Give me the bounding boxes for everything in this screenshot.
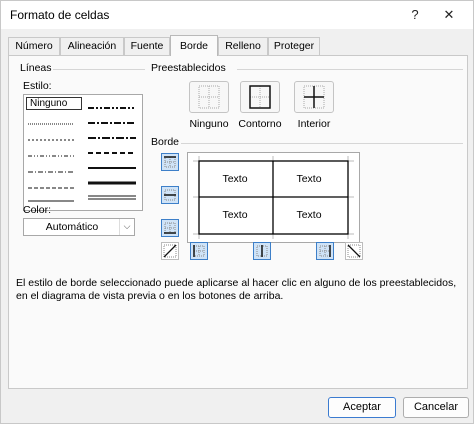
color-label: Color: <box>23 204 52 216</box>
lineas-divider <box>53 69 145 70</box>
border-right-button[interactable] <box>316 242 334 260</box>
border-inside-horizontal-icon <box>164 189 176 201</box>
preview-cell-text: Texto <box>222 173 248 185</box>
help-button[interactable]: ? <box>401 3 429 27</box>
border-preview[interactable]: Texto Texto Texto Texto <box>187 152 360 243</box>
dialog-title: Formato de celdas <box>10 8 110 22</box>
title-bar: Formato de celdas ? ✕ <box>1 1 473 29</box>
color-dropdown-value: Automático <box>45 221 99 233</box>
preset-outline-icon <box>249 85 271 109</box>
close-button[interactable]: ✕ <box>435 3 463 27</box>
chevron-down-icon[interactable]: ⌵ <box>119 219 134 235</box>
border-top-icon <box>164 156 176 168</box>
preset-interior-button[interactable] <box>294 81 334 113</box>
tab-relleno[interactable]: Relleno <box>218 37 268 55</box>
border-diagonal-up-button[interactable] <box>161 242 179 260</box>
preset-contorno-label: Contorno <box>238 118 282 130</box>
accept-button[interactable]: Aceptar <box>328 397 396 418</box>
format-cells-dialog: Formato de celdas ? ✕ Número Alineación … <box>0 0 474 424</box>
preview-borders[interactable] <box>188 153 359 242</box>
line-style-samples[interactable] <box>24 95 142 210</box>
tab-proteger[interactable]: Proteger <box>268 37 320 55</box>
preset-ninguno-button[interactable] <box>189 81 229 113</box>
preview-cell-text: Texto <box>222 209 248 221</box>
preset-contorno-button[interactable] <box>240 81 280 113</box>
diagonal-down-icon <box>347 244 361 258</box>
tab-alineacion[interactable]: Alineación <box>60 37 124 55</box>
preview-cell-text: Texto <box>296 209 322 221</box>
border-inside-horizontal-button[interactable] <box>161 186 179 204</box>
borde-divider <box>181 143 463 144</box>
estilo-label: Estilo: <box>23 80 52 92</box>
tab-fuente[interactable]: Fuente <box>124 37 170 55</box>
preset-interior-label: Interior <box>297 118 331 130</box>
borde-group-title: Borde <box>151 136 180 148</box>
preview-cell-text: Texto <box>296 173 322 185</box>
line-style-list[interactable]: Ninguno <box>23 94 143 211</box>
preestablecidos-group-title: Preestablecidos <box>151 62 226 74</box>
border-right-icon <box>319 245 331 257</box>
preset-ninguno-label: Ninguno <box>189 118 229 130</box>
tab-borde[interactable]: Borde <box>170 35 218 56</box>
preset-none-icon <box>198 85 220 109</box>
border-description: El estilo de borde seleccionado puede ap… <box>16 277 457 302</box>
border-inside-vertical-icon <box>256 245 268 257</box>
border-left-icon <box>193 245 205 257</box>
border-left-button[interactable] <box>190 242 208 260</box>
border-bottom-icon <box>164 222 176 234</box>
cancel-button[interactable]: Cancelar <box>403 397 469 418</box>
tab-numero[interactable]: Número <box>8 37 60 55</box>
border-bottom-button[interactable] <box>161 219 179 237</box>
border-top-button[interactable] <box>161 153 179 171</box>
borde-tab-panel: Líneas Estilo: Ninguno Color: Automático… <box>8 55 468 389</box>
diagonal-up-icon <box>163 244 177 258</box>
preset-inside-icon <box>303 85 325 109</box>
border-diagonal-down-button[interactable] <box>345 242 363 260</box>
border-inside-vertical-button[interactable] <box>253 242 271 260</box>
color-dropdown[interactable]: Automático ⌵ <box>23 218 135 236</box>
lineas-group-title: Líneas <box>20 62 52 74</box>
preestablecidos-divider <box>237 69 463 70</box>
